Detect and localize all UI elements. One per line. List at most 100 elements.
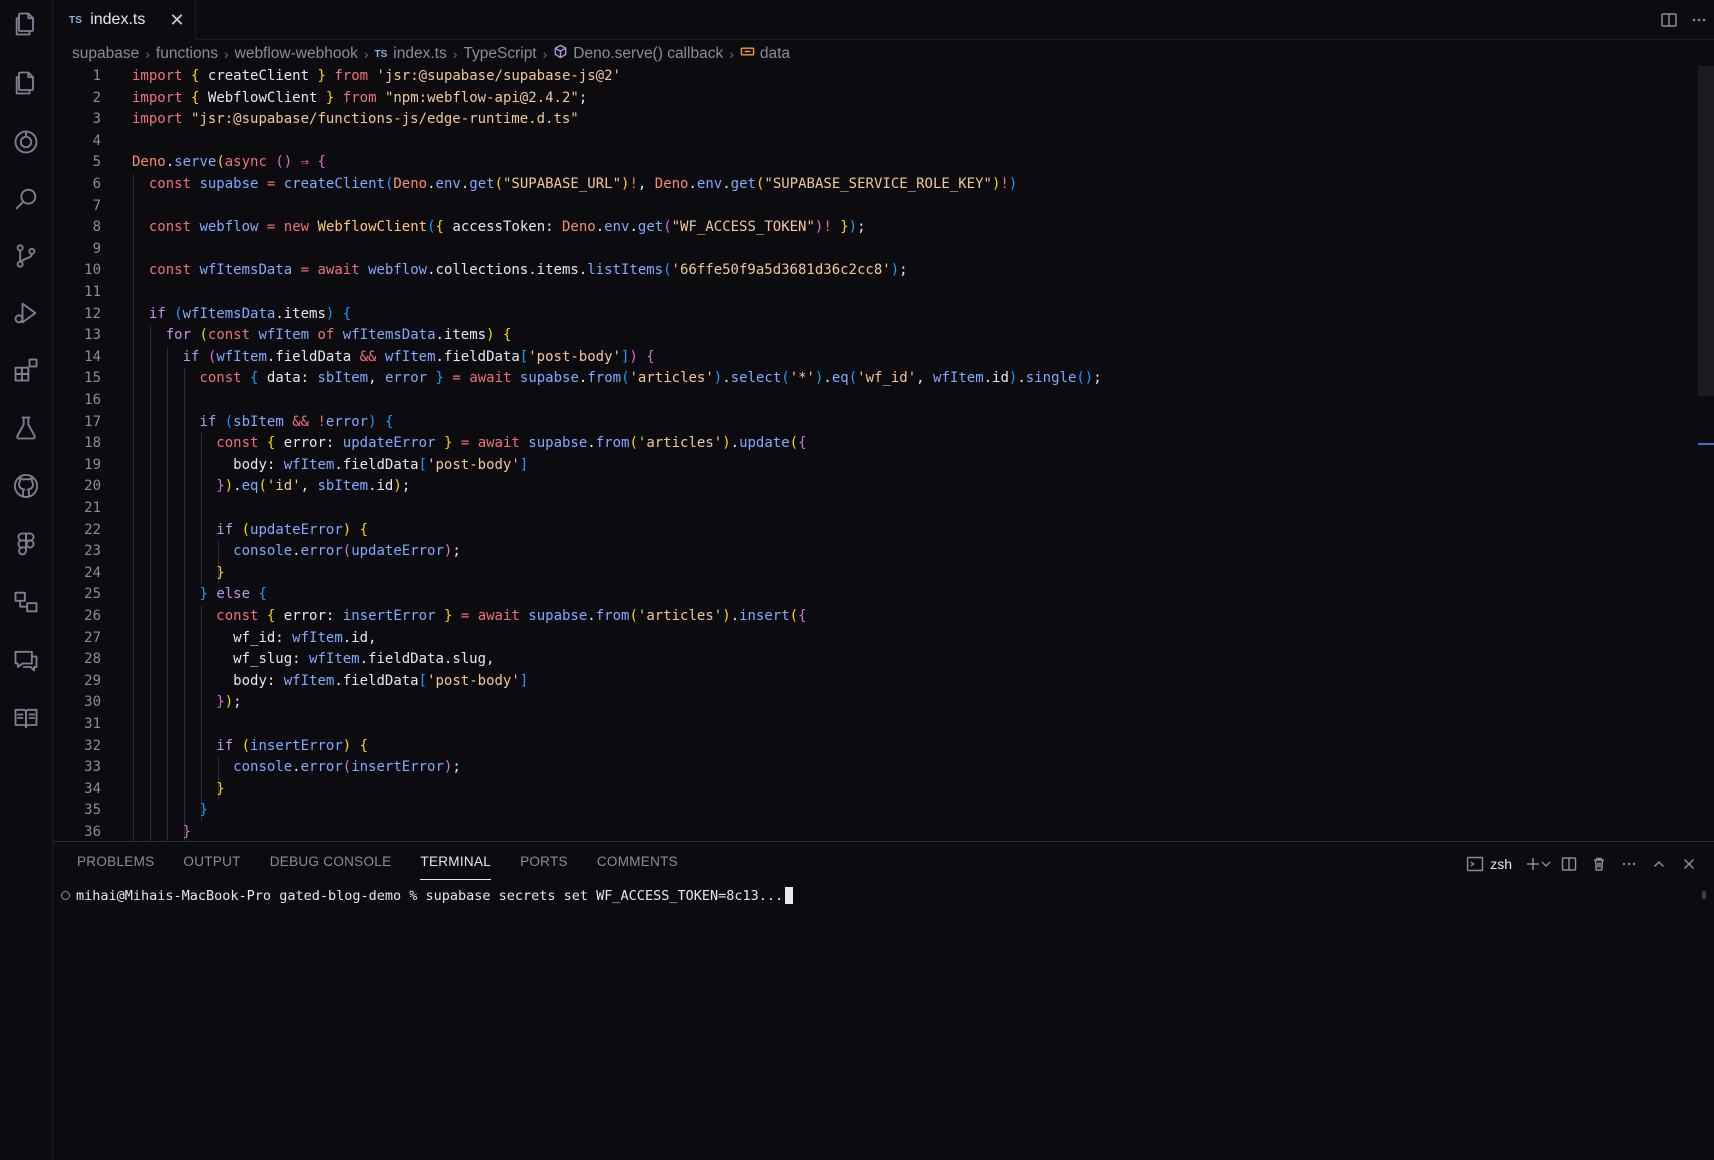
code-editor[interactable]: 1 import { createClient } from 'jsr:@supa… [53,66,1698,841]
terminal-icon [1467,856,1484,872]
tab-problems[interactable]: PROBLEMS [77,854,154,880]
code-line[interactable]: 31 [53,714,1653,736]
more-actions-icon[interactable] [1614,850,1644,878]
tab-comments[interactable]: COMMENTS [597,854,678,880]
code-line[interactable]: 13 for (const wfItem of wfItemsData.item… [53,325,1653,347]
tab-output[interactable]: OUTPUT [183,854,240,880]
code-line[interactable]: 15 const { data: sbItem, error } = await… [53,368,1653,390]
extensions-icon[interactable] [6,350,46,390]
breadcrumb-functions[interactable]: functions [156,45,218,63]
code-line[interactable]: 16 [53,390,1653,412]
files-icon[interactable] [6,63,46,103]
code-text: }); [216,694,242,711]
code-line[interactable]: 36 } [53,822,1653,841]
breadcrumb: supabase › functions › webflow-webhook ›… [72,42,790,66]
code-line[interactable]: 6 const supabse = createClient(Deno.env.… [53,174,1653,196]
code-line[interactable]: 29 body: wfItem.fieldData['post-body'] [53,671,1653,693]
github-icon[interactable] [6,466,46,506]
code-line[interactable]: 5 Deno.serve(async () ⇒ { [53,152,1653,174]
code-line[interactable]: 27 wf_id: wfItem.id, [53,628,1653,650]
line-number: 9 [92,240,101,257]
testing-icon[interactable] [6,408,46,448]
close-icon[interactable]: ✕ [167,10,187,30]
breadcrumb-supabase[interactable]: supabase [72,45,139,63]
code-text: const wfItemsData = await webflow.collec… [148,262,908,279]
copilot-icon[interactable] [6,122,46,162]
breadcrumb-data[interactable]: data [760,45,790,63]
maximize-panel-icon[interactable] [1644,850,1674,878]
breadcrumb-callback[interactable]: Deno.serve() callback [573,45,723,63]
explorer-icon[interactable] [6,4,46,44]
chat-icon[interactable] [6,640,46,680]
code-line[interactable]: 20 }).eq('id', sbItem.id); [53,476,1653,498]
line-number: 36 [84,824,101,840]
search-icon[interactable] [6,179,46,219]
code-line[interactable]: 25 } else { [53,584,1653,606]
code-line[interactable]: 1 import { createClient } from 'jsr:@supa… [53,66,1653,88]
line-number: 17 [84,413,101,430]
breadcrumb-webflow-webhook[interactable]: webflow-webhook [235,45,358,63]
code-line[interactable]: 19 body: wfItem.fieldData['post-body'] [53,455,1653,477]
code-line[interactable]: 4 [53,131,1653,153]
split-terminal-icon[interactable] [1554,850,1584,878]
code-line[interactable]: 8 const webflow = new WebflowClient({ ac… [53,217,1653,239]
code-line[interactable]: 11 [53,282,1653,304]
code-line[interactable]: 26 const { error: insertError } = await … [53,606,1653,628]
terminal-shell-selector[interactable]: zsh [1466,855,1512,873]
code-line[interactable]: 23 console.error(updateError); [53,541,1653,563]
code-line[interactable]: 3 import "jsr:@supabase/functions-js/edge… [53,109,1653,131]
breadcrumb-language[interactable]: TypeScript [463,45,536,63]
terminal-output[interactable]: mihai@Mihais-MacBook-Pro gated-blog-demo… [61,887,794,904]
variable-icon [740,44,755,64]
line-number: 16 [84,392,101,408]
tab-debug-console[interactable]: DEBUG CONSOLE [270,854,392,880]
code-line[interactable]: 32 if (insertError) { [53,736,1653,758]
run-debug-icon[interactable] [6,293,46,333]
trash-icon[interactable] [1584,850,1614,878]
activity-bar [0,0,53,1160]
code-line[interactable]: 21 [53,498,1653,520]
code-text: if (sbItem && !error) { [199,413,394,430]
editor-scrollbar[interactable] [1698,66,1714,396]
method-icon [553,44,568,64]
code-line[interactable]: 18 const { error: updateError } = await … [53,433,1653,455]
breadcrumb-file[interactable]: index.ts [393,45,446,63]
code-text: const { data: sbItem, error } = await su… [199,370,1102,387]
code-line[interactable]: 12 if (wfItemsData.items) { [53,304,1653,326]
tab-terminal[interactable]: TERMINAL [420,854,492,880]
split-editor-icon[interactable] [1654,5,1684,35]
code-text: const { error: updateError } = await sup… [216,435,807,452]
tab-ports[interactable]: PORTS [520,854,568,880]
tab-index-ts[interactable]: TS index.ts ✕ [53,0,196,40]
editor-actions [1654,0,1714,40]
code-line[interactable]: 30 }); [53,692,1653,714]
code-line[interactable]: 34 } [53,779,1653,801]
figma-icon[interactable] [6,524,46,564]
close-panel-icon[interactable] [1674,850,1704,878]
code-line[interactable]: 28 wf_slug: wfItem.fieldData.slug, [53,649,1653,671]
line-number: 21 [84,500,101,516]
code-line[interactable]: 17 if (sbItem && !error) { [53,412,1653,434]
code-line[interactable]: 14 if (wfItem.fieldData && wfItem.fieldD… [53,347,1653,369]
code-line[interactable]: 35 } [53,800,1653,822]
remote-explorer-icon[interactable] [6,582,46,622]
code-line[interactable]: 7 [53,196,1653,218]
line-number: 3 [92,111,101,128]
bottom-panel: PROBLEMS OUTPUT DEBUG CONSOLE TERMINAL P… [53,841,1714,1160]
line-number: 33 [84,759,101,776]
docs-icon[interactable] [6,698,46,738]
code-line[interactable]: 22 if (updateError) { [53,520,1653,542]
chevron-right-icon: › [223,46,229,62]
line-number: 13 [84,327,101,344]
code-line[interactable]: 10 const wfItemsData = await webflow.col… [53,260,1653,282]
line-number: 28 [84,651,101,668]
code-line[interactable]: 24 } [53,563,1653,585]
chevron-down-icon[interactable] [1538,850,1554,878]
code-line[interactable]: 33 console.error(insertError); [53,757,1653,779]
line-number: 24 [84,564,101,581]
code-line[interactable]: 2 import { WebflowClient } from "npm:webf… [53,88,1653,110]
more-actions-icon[interactable] [1684,5,1714,35]
terminal-scrollbar[interactable] [1702,891,1706,899]
code-line[interactable]: 9 [53,239,1653,261]
source-control-icon[interactable] [6,236,46,276]
